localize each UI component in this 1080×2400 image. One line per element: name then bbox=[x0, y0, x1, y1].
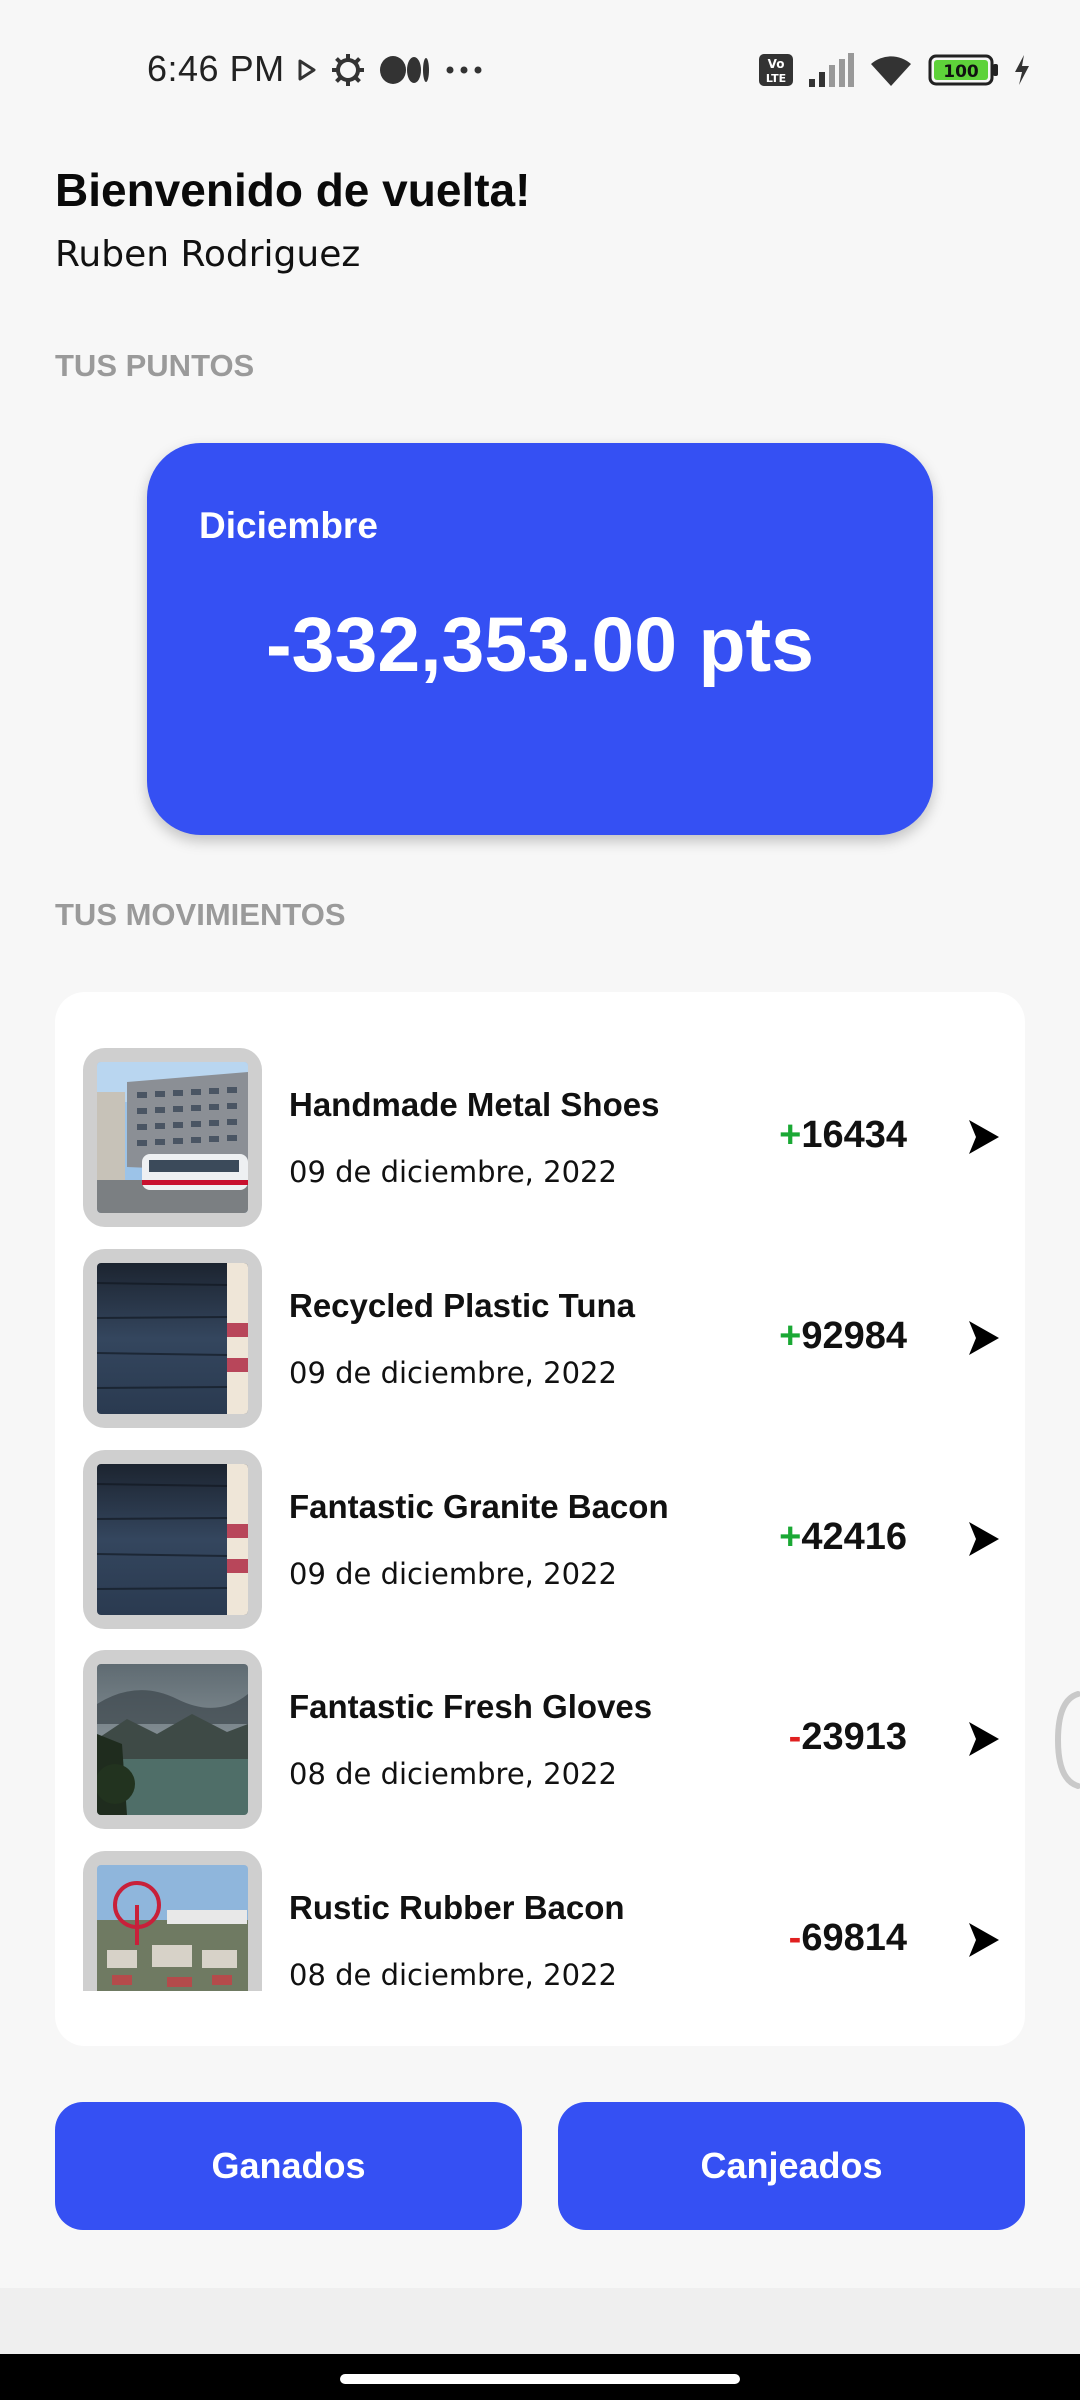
volte-icon: Vo LTE bbox=[758, 53, 794, 87]
movement-title: Fantastic Granite Bacon bbox=[289, 1488, 669, 1525]
amount-value: 16434 bbox=[801, 1114, 907, 1156]
amount-value: 23913 bbox=[801, 1716, 907, 1758]
points-month: Diciembre bbox=[199, 505, 378, 546]
amount-sign: - bbox=[788, 1917, 802, 1959]
svg-text:LTE: LTE bbox=[766, 72, 786, 85]
movement-amount: -23913 bbox=[789, 1716, 907, 1759]
medium-icon bbox=[380, 55, 430, 85]
svg-text:100: 100 bbox=[943, 62, 979, 82]
status-left-icons bbox=[298, 50, 484, 90]
amount-value: 92984 bbox=[801, 1315, 907, 1357]
battery-icon: 100 bbox=[928, 53, 1000, 87]
movements-list[interactable]: Handmade Metal Shoes 09 de diciembre, 20… bbox=[55, 992, 1025, 2046]
signal-icon bbox=[808, 53, 854, 87]
movement-thumbnail bbox=[83, 1450, 262, 1629]
lake-mountains-photo bbox=[97, 1664, 248, 1815]
movements-viewport: Handmade Metal Shoes 09 de diciembre, 20… bbox=[55, 992, 1025, 1991]
chevron-right-icon[interactable] bbox=[967, 1520, 1001, 1558]
movement-row[interactable]: Fantastic Granite Bacon 09 de diciembre,… bbox=[55, 1450, 1025, 1630]
movement-thumbnail bbox=[83, 1851, 262, 1991]
movement-thumbnail bbox=[83, 1249, 262, 1428]
building-tram-photo bbox=[97, 1062, 248, 1213]
movement-date: 08 de diciembre, 2022 bbox=[289, 1757, 617, 1791]
status-time: 6:46 PM bbox=[147, 48, 285, 89]
movement-title: Fantastic Fresh Gloves bbox=[289, 1688, 653, 1725]
points-value: -332,353.00 pts bbox=[266, 602, 814, 688]
movement-row[interactable]: Handmade Metal Shoes 09 de diciembre, 20… bbox=[55, 1048, 1025, 1228]
movement-title: Rustic Rubber Bacon bbox=[289, 1889, 625, 1926]
points-section-label: TUS PUNTOS bbox=[55, 348, 255, 383]
chevron-right-icon[interactable] bbox=[967, 1720, 1001, 1758]
welcome-title: Bienvenido de vuelta! bbox=[55, 164, 531, 216]
movement-row[interactable]: Recycled Plastic Tuna 09 de diciembre, 2… bbox=[55, 1249, 1025, 1429]
dark-blurred-photo bbox=[97, 1263, 248, 1414]
movements-section-label: TUS MOVIMIENTOS bbox=[55, 897, 346, 932]
movement-date: 09 de diciembre, 2022 bbox=[289, 1557, 617, 1591]
wifi-icon bbox=[868, 52, 914, 88]
amount-value: 69814 bbox=[801, 1917, 907, 1959]
home-indicator[interactable] bbox=[340, 2374, 740, 2384]
amount-value: 42416 bbox=[801, 1516, 907, 1558]
amount-sign: + bbox=[779, 1516, 802, 1558]
user-name: Ruben Rodriguez bbox=[55, 234, 361, 275]
movement-thumbnail bbox=[83, 1048, 262, 1227]
more-dots-icon bbox=[444, 65, 484, 75]
movement-row[interactable]: Fantastic Fresh Gloves 08 de diciembre, … bbox=[55, 1650, 1025, 1830]
movement-date: 09 de diciembre, 2022 bbox=[289, 1155, 617, 1189]
movement-amount: +16434 bbox=[779, 1114, 907, 1157]
amount-sign: - bbox=[788, 1716, 802, 1758]
dark-blurred-photo bbox=[97, 1464, 248, 1615]
movement-amount: +42416 bbox=[779, 1516, 907, 1559]
amount-sign: + bbox=[779, 1315, 802, 1357]
amount-sign: + bbox=[779, 1114, 802, 1156]
movement-date: 08 de diciembre, 2022 bbox=[289, 1958, 617, 1991]
bottom-strip bbox=[0, 2288, 1080, 2354]
chevron-right-icon[interactable] bbox=[967, 1921, 1001, 1959]
redeemed-button[interactable]: Canjeados bbox=[558, 2102, 1025, 2230]
points-card: Diciembre -332,353.00 pts bbox=[147, 443, 933, 835]
movement-row[interactable]: Rustic Rubber Bacon 08 de diciembre, 202… bbox=[55, 1851, 1025, 1991]
movement-thumbnail bbox=[83, 1650, 262, 1829]
edge-scroll-handle[interactable] bbox=[1052, 1690, 1080, 1790]
navigation-bar bbox=[0, 2354, 1080, 2400]
play-store-icon bbox=[298, 59, 316, 81]
earned-button[interactable]: Ganados bbox=[55, 2102, 522, 2230]
settings-gear-icon bbox=[330, 52, 366, 88]
status-right-icons: Vo LTE 100 bbox=[758, 50, 1030, 90]
movement-amount: +92984 bbox=[779, 1315, 907, 1358]
status-bar: 6:46 PM Vo LTE 100 bbox=[0, 0, 1080, 140]
movement-title: Handmade Metal Shoes bbox=[289, 1086, 660, 1123]
amusement-park-photo bbox=[97, 1865, 248, 1991]
movement-amount: -69814 bbox=[789, 1917, 907, 1960]
movement-title: Recycled Plastic Tuna bbox=[289, 1287, 636, 1324]
svg-text:Vo: Vo bbox=[768, 57, 785, 71]
charging-icon bbox=[1014, 55, 1030, 85]
movement-date: 09 de diciembre, 2022 bbox=[289, 1356, 617, 1390]
chevron-right-icon[interactable] bbox=[967, 1118, 1001, 1156]
chevron-right-icon[interactable] bbox=[967, 1319, 1001, 1357]
